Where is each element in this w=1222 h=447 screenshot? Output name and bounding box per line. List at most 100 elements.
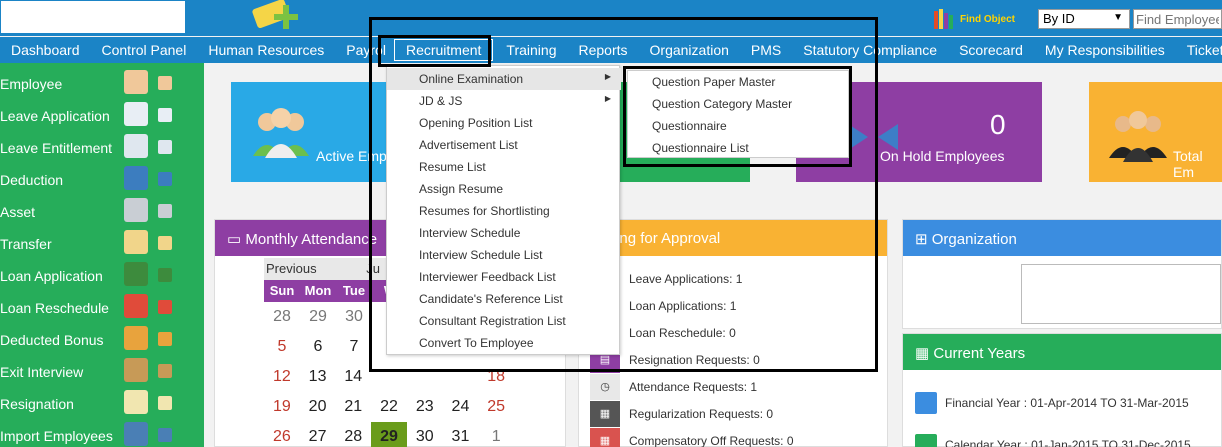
- menu-item-opening-position-list[interactable]: Opening Position List: [387, 112, 621, 134]
- pending-item-label: Leave Applications: 1: [629, 272, 743, 286]
- calendar-day[interactable]: 1: [478, 422, 514, 447]
- calendar-day[interactable]: 6: [300, 332, 336, 362]
- calendar-day-today[interactable]: 29: [371, 422, 407, 447]
- calendar-icon: ▭: [227, 231, 242, 248]
- sidebar-item-transfer[interactable]: Transfer: [0, 226, 204, 258]
- nav-ticket[interactable]: Ticket: [1176, 37, 1222, 63]
- import-small-icon: [158, 428, 172, 442]
- sidebar-item-label: Deducted Bonus: [0, 332, 104, 348]
- find-employee-input[interactable]: [1133, 9, 1222, 29]
- nav-scorecard[interactable]: Scorecard: [948, 37, 1034, 63]
- search-type-value: By ID: [1043, 11, 1075, 26]
- menu-item-online-examination[interactable]: Online Examination ▶: [387, 68, 621, 90]
- calendar-day[interactable]: 18: [478, 362, 514, 392]
- submenu-item-question-paper-master[interactable]: Question Paper Master: [628, 71, 850, 93]
- menu-item-advertisement-list[interactable]: Advertisement List: [387, 134, 621, 156]
- calendar-day[interactable]: 26: [264, 422, 300, 447]
- menu-item-interview-schedule-list[interactable]: Interview Schedule List: [387, 244, 621, 266]
- search-type-select[interactable]: By ID ▼: [1038, 9, 1130, 29]
- calendar-day[interactable]: 12: [264, 362, 300, 392]
- nav-training[interactable]: Training: [495, 37, 567, 63]
- sidebar-item-deducted-bonus[interactable]: Deducted Bonus: [0, 322, 204, 354]
- active-employees-label: Active Emp: [316, 148, 387, 164]
- calendar-day[interactable]: 30: [407, 422, 443, 447]
- current-years-title: Current Years: [933, 345, 1026, 362]
- active-employees-tile[interactable]: Active Emp: [231, 82, 387, 182]
- calendar-day[interactable]: [443, 362, 479, 392]
- calendar-day[interactable]: 25: [478, 392, 514, 422]
- nav-my-responsibilities[interactable]: My Responsibilities: [1034, 37, 1176, 63]
- nav-control-panel[interactable]: Control Panel: [91, 37, 198, 63]
- menu-item-resume-list[interactable]: Resume List: [387, 156, 621, 178]
- menu-item-convert-to-employee[interactable]: Convert To Employee: [387, 332, 621, 354]
- calendar-prev-button[interactable]: Previous: [266, 261, 317, 276]
- sidebar-item-leave-application[interactable]: Leave Application: [0, 98, 204, 130]
- sidebar-item-import-employees[interactable]: Import Employees: [0, 418, 204, 447]
- on-hold-count: 0: [990, 109, 1006, 140]
- calendar-day[interactable]: 23: [407, 392, 443, 422]
- submenu-item-questionnaire-list[interactable]: Questionnaire List: [628, 137, 850, 159]
- menu-item-candidates-reference-list[interactable]: Candidate's Reference List: [387, 288, 621, 310]
- nav-organization[interactable]: Organization: [639, 37, 740, 63]
- sidebar-item-label: Transfer: [0, 236, 52, 252]
- calendar-day[interactable]: 21: [335, 392, 371, 422]
- online-examination-submenu: Question Paper Master Question Category …: [627, 70, 849, 158]
- nav-reports[interactable]: Reports: [567, 37, 638, 63]
- calendar-day[interactable]: 7: [336, 332, 372, 362]
- calendar-day[interactable]: [407, 362, 443, 392]
- sidebar-item-deduction[interactable]: Deduction: [0, 162, 204, 194]
- menu-item-assign-resume[interactable]: Assign Resume: [387, 178, 621, 200]
- clock-icon: ◷: [590, 374, 620, 400]
- calendar-month-label: Ju: [366, 261, 380, 276]
- books-icon: [934, 9, 953, 29]
- menu-item-resumes-for-shortlisting[interactable]: Resumes for Shortlisting: [387, 200, 621, 222]
- sidebar-item-label: Exit Interview: [0, 364, 84, 380]
- sidebar: Employee Leave Application Leave Entitle…: [0, 63, 204, 447]
- menu-item-consultant-registration-list[interactable]: Consultant Registration List: [387, 310, 621, 332]
- nav-payroll[interactable]: Payrol: [335, 37, 392, 63]
- sidebar-item-label: Asset: [0, 204, 36, 220]
- sidebar-item-employee[interactable]: Employee: [0, 66, 204, 98]
- submenu-item-questionnaire[interactable]: Questionnaire: [628, 115, 850, 137]
- menu-item-jd-js[interactable]: JD & JS ▶: [387, 90, 621, 112]
- calendar-day[interactable]: 28: [264, 302, 300, 332]
- total-employees-tile[interactable]: Total Em: [1089, 82, 1222, 182]
- pending-item-label: Resignation Requests: 0: [629, 353, 760, 367]
- calendar-day[interactable]: 31: [443, 422, 479, 447]
- calendar-day[interactable]: 13: [300, 362, 336, 392]
- calendar-day[interactable]: 24: [443, 392, 479, 422]
- chevron-right-icon: ▶: [604, 94, 611, 103]
- sidebar-item-label: Leave Entitlement: [0, 140, 113, 156]
- submenu-item-question-category-master[interactable]: Question Category Master: [628, 93, 850, 115]
- calendar-day[interactable]: 5: [264, 332, 300, 362]
- calendar-day[interactable]: 20: [300, 392, 336, 422]
- menu-item-interview-schedule[interactable]: Interview Schedule: [387, 222, 621, 244]
- ticket-logo-icon[interactable]: [250, 0, 304, 36]
- sidebar-item-leave-entitlement[interactable]: Leave Entitlement: [0, 130, 204, 162]
- calendar-day[interactable]: 22: [371, 392, 407, 422]
- calendar-day[interactable]: [371, 362, 407, 392]
- gift-small-icon: [158, 332, 172, 346]
- nav-recruitment[interactable]: Recruitment: [393, 39, 494, 61]
- calendar-day[interactable]: 19: [264, 392, 300, 422]
- sidebar-item-resignation[interactable]: Resignation: [0, 386, 204, 418]
- find-object[interactable]: Find Object: [932, 7, 1015, 31]
- transfer-small-icon: [158, 236, 172, 250]
- calendar-day[interactable]: 30: [336, 302, 372, 332]
- calendar-day[interactable]: 28: [335, 422, 371, 447]
- nav-dashboard[interactable]: Dashboard: [0, 37, 91, 63]
- calendar-day[interactable]: 27: [300, 422, 336, 447]
- form-icon: [124, 102, 148, 126]
- sidebar-item-exit-interview[interactable]: Exit Interview: [0, 354, 204, 386]
- calendar-day[interactable]: 14: [335, 362, 371, 392]
- nav-human-resources[interactable]: Human Resources: [197, 37, 335, 63]
- gift-icon: [124, 326, 148, 350]
- sidebar-item-loan-reschedule[interactable]: Loan Reschedule: [0, 290, 204, 322]
- sidebar-item-asset[interactable]: Asset: [0, 194, 204, 226]
- nav-statutory-compliance[interactable]: Statutory Compliance: [792, 37, 948, 63]
- chevron-right-icon: ▶: [604, 72, 611, 81]
- menu-item-interviewer-feedback-list[interactable]: Interviewer Feedback List: [387, 266, 621, 288]
- calendar-day[interactable]: 29: [300, 302, 336, 332]
- nav-pms[interactable]: PMS: [740, 37, 792, 63]
- sidebar-item-loan-application[interactable]: Loan Application: [0, 258, 204, 290]
